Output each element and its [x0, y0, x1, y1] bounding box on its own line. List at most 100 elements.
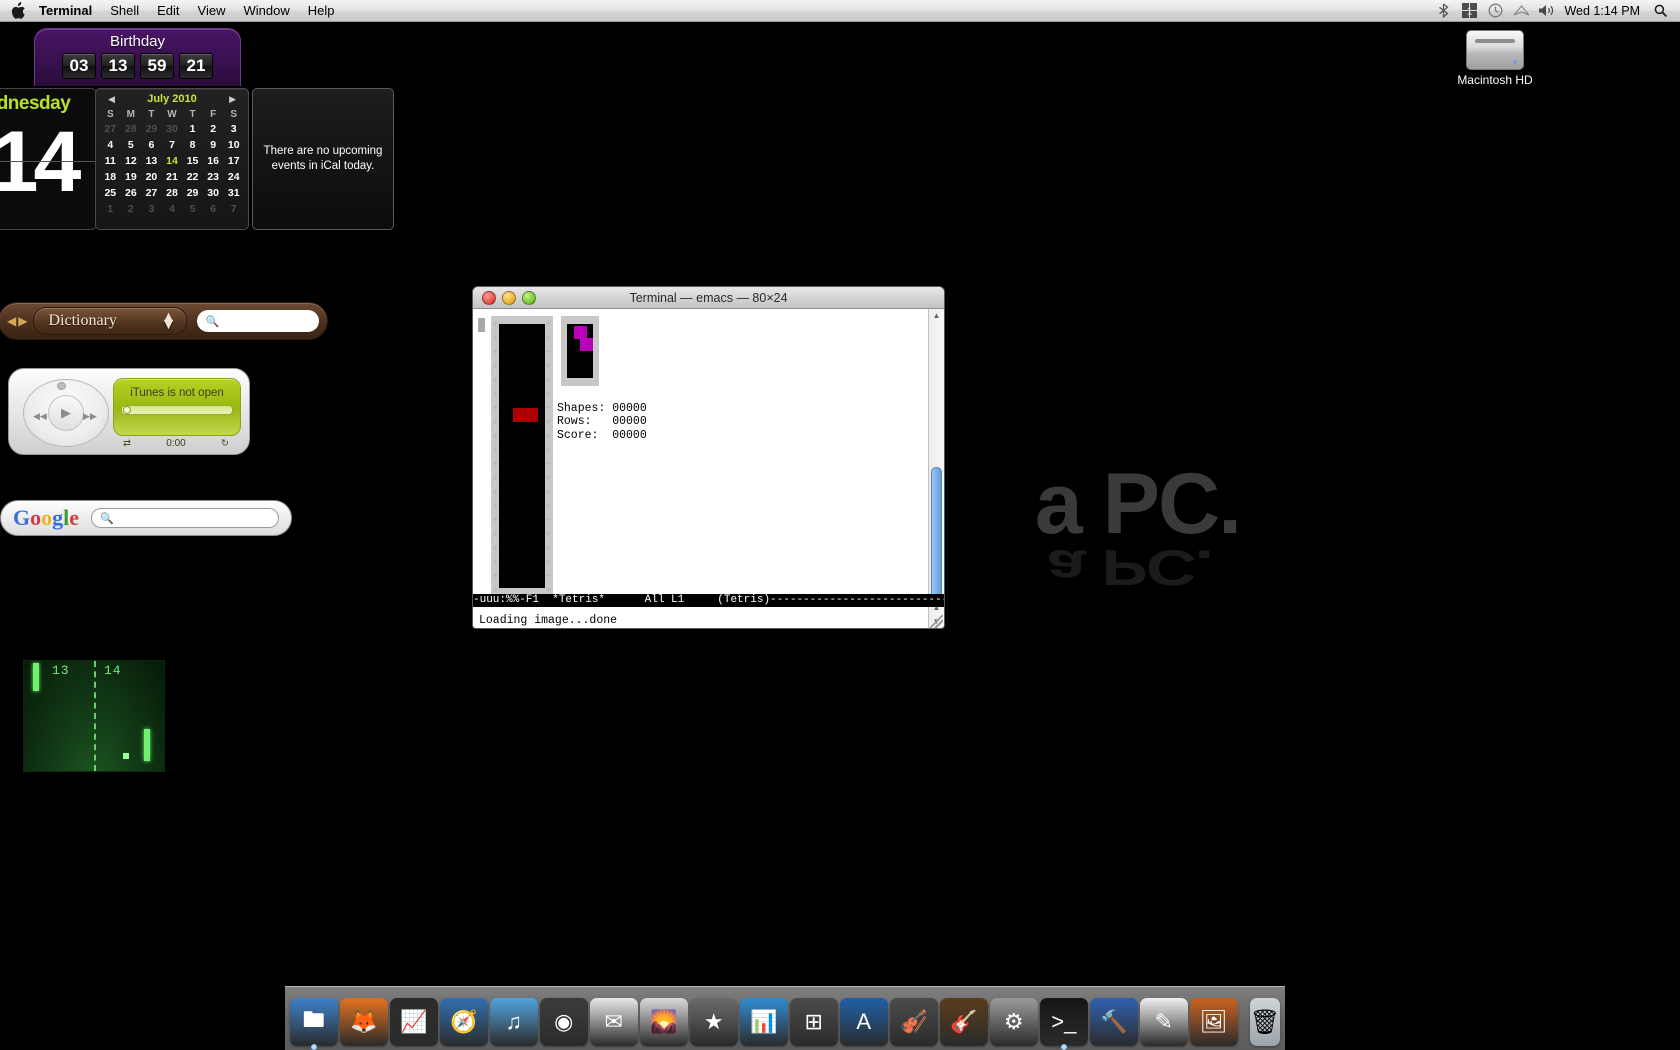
dock-item-firefox[interactable]: 🦊: [339, 998, 388, 1046]
calendar-day[interactable]: 18: [100, 169, 121, 185]
calendar-day[interactable]: 5: [121, 137, 142, 153]
calendar-day[interactable]: 1: [100, 201, 121, 217]
input-menu-icon[interactable]: 1: [1456, 2, 1482, 20]
dock-item-system-preferences[interactable]: ⚙: [989, 998, 1038, 1046]
menu-item-view[interactable]: View: [189, 2, 235, 20]
calendar-day[interactable]: 21: [162, 169, 183, 185]
dock-item-preview[interactable]: 🖼: [1189, 998, 1238, 1046]
calendar-day[interactable]: 2: [203, 121, 224, 137]
calendar-day[interactable]: 31: [223, 185, 244, 201]
calendar-day[interactable]: 19: [121, 169, 142, 185]
dock-item-spaces[interactable]: ⊞: [789, 998, 838, 1046]
calendar-day[interactable]: 29: [141, 121, 162, 137]
widget-ical-events[interactable]: There are no upcoming events in iCal tod…: [252, 88, 394, 230]
calendar-day[interactable]: 17: [223, 153, 244, 169]
airport-wifi-icon[interactable]: [1508, 2, 1534, 20]
calendar-day[interactable]: 8: [182, 137, 203, 153]
itunes-progress-bar[interactable]: [121, 405, 233, 415]
calendar-day[interactable]: 27: [100, 121, 121, 137]
widget-calendar[interactable]: ◀ July 2010 ▶ S M T W T F S 27 28 29 30 1 2 3 4 5 6 7 8 9 10…: [95, 88, 249, 230]
menu-item-shell[interactable]: Shell: [101, 2, 148, 20]
chevron-updown-icon[interactable]: ▲ ▼: [161, 310, 177, 333]
dock-item-finder[interactable]: 🖿: [289, 998, 338, 1050]
calendar-day[interactable]: 5: [182, 201, 203, 217]
dock-item-activity-monitor[interactable]: 📈: [389, 998, 438, 1046]
repeat-icon[interactable]: ↻: [221, 438, 229, 449]
calendar-day[interactable]: 16: [203, 153, 224, 169]
widget-flip-date[interactable]: dnesday 14: [0, 88, 97, 230]
back-arrow-icon[interactable]: ◀: [7, 314, 16, 328]
calendar-day[interactable]: 7: [223, 201, 244, 217]
menu-item-help[interactable]: Help: [299, 2, 344, 20]
dock-item-textedit[interactable]: ✎: [1139, 998, 1188, 1046]
widget-itunes[interactable]: ▶ ◀◀ ▶▶ iTunes is not open ⇄ 0:00 ↻: [8, 368, 250, 455]
dock-item-logic[interactable]: 🎻: [889, 998, 938, 1046]
fast-forward-icon[interactable]: ▶▶: [83, 411, 97, 422]
calendar-day[interactable]: 2: [121, 201, 142, 217]
calendar-day[interactable]: 9: [203, 137, 224, 153]
rewind-icon[interactable]: ◀◀: [33, 411, 47, 422]
calendar-day[interactable]: 30: [162, 121, 183, 137]
menu-item-window[interactable]: Window: [235, 2, 299, 20]
calendar-day[interactable]: 6: [141, 137, 162, 153]
calendar-day[interactable]: 26: [121, 185, 142, 201]
dock-item-safari[interactable]: 🧭: [439, 998, 488, 1046]
forward-arrow-icon[interactable]: ▶: [18, 314, 27, 328]
spotlight-search-icon[interactable]: [1648, 4, 1672, 17]
desktop-icon-macintosh-hd[interactable]: Macintosh HD: [1455, 30, 1535, 87]
emacs-tetris-buffer[interactable]: + + + + + + + + + + + + + + + + + + + + + + + + + + + + + + + + + + + + + + + +…: [473, 309, 928, 628]
google-search-input[interactable]: 🔍: [91, 508, 279, 528]
bluetooth-icon[interactable]: [1430, 2, 1456, 20]
dock-item-imovie[interactable]: ★: [689, 998, 738, 1046]
calendar-day[interactable]: 10: [223, 137, 244, 153]
volume-icon[interactable]: [1534, 2, 1560, 20]
calendar-day[interactable]: 23: [203, 169, 224, 185]
apple-menu-icon[interactable]: [11, 2, 26, 19]
calendar-day[interactable]: 7: [162, 137, 183, 153]
scroll-up-icon[interactable]: ▲: [929, 309, 944, 323]
widget-dictionary[interactable]: ◀ ▶ Dictionary ▲ ▼ 🔍: [0, 302, 328, 340]
dock-item-dashboard[interactable]: ◉: [539, 998, 588, 1046]
dock-item-iphoto[interactable]: 🌄: [639, 998, 688, 1046]
dock-item-garageband[interactable]: 🎸: [939, 998, 988, 1046]
menu-bar-clock[interactable]: Wed 1:14 PM: [1560, 4, 1648, 18]
calendar-day[interactable]: 28: [121, 121, 142, 137]
menu-item-terminal[interactable]: Terminal: [30, 2, 101, 20]
calendar-day[interactable]: 6: [203, 201, 224, 217]
play-icon[interactable]: ▶: [48, 395, 84, 431]
calendar-day[interactable]: 28: [162, 185, 183, 201]
calendar-day[interactable]: 12: [121, 153, 142, 169]
calendar-day[interactable]: 1: [182, 121, 203, 137]
dock-item-itunes[interactable]: ♫: [489, 998, 538, 1046]
calendar-prev-month-icon[interactable]: ◀: [108, 94, 115, 105]
calendar-day[interactable]: 3: [223, 121, 244, 137]
calendar-day[interactable]: 24: [223, 169, 244, 185]
calendar-day[interactable]: 20: [141, 169, 162, 185]
terminal-title-bar[interactable]: Terminal — emacs — 80×24: [473, 287, 944, 309]
widget-google-search[interactable]: Google 🔍: [0, 500, 292, 536]
itunes-progress-knob[interactable]: [123, 406, 131, 414]
dictionary-source-select[interactable]: Dictionary ▲ ▼: [33, 307, 188, 335]
scrollbar-thumb[interactable]: [931, 467, 942, 599]
calendar-day[interactable]: 25: [100, 185, 121, 201]
calendar-day[interactable]: 22: [182, 169, 203, 185]
terminal-window[interactable]: Terminal — emacs — 80×24 + + + + + + + + + + + + + + +…: [472, 286, 945, 629]
calendar-day[interactable]: 15: [182, 153, 203, 169]
time-machine-icon[interactable]: [1482, 2, 1508, 20]
dock-item-xcode[interactable]: 🔨: [1089, 998, 1138, 1046]
dock-item-terminal[interactable]: >_: [1039, 998, 1088, 1050]
calendar-day[interactable]: 11: [100, 153, 121, 169]
calendar-day[interactable]: 13: [141, 153, 162, 169]
dictionary-search-input[interactable]: 🔍: [197, 310, 319, 332]
dock[interactable]: 🖿 🦊 📈 🧭 ♫ ◉ ✉ 🌄 ★ 📊 ⊞ A 🎻 🎸 ⚙ >_ 🔨 ✎ 🖼 🗑: [285, 986, 1285, 1050]
dock-item-trash[interactable]: 🗑: [1249, 998, 1281, 1046]
calendar-day[interactable]: 4: [162, 201, 183, 217]
calendar-next-month-icon[interactable]: ▶: [229, 94, 236, 105]
dock-item-keynote[interactable]: 📊: [739, 998, 788, 1046]
calendar-day[interactable]: 4: [100, 137, 121, 153]
widget-birthday-countdown[interactable]: Birthday 03 13 59 21: [34, 28, 241, 86]
shuffle-icon[interactable]: ⇄: [123, 438, 131, 449]
menu-item-edit[interactable]: Edit: [148, 2, 188, 20]
calendar-day[interactable]: 27: [141, 185, 162, 201]
widget-pong-game[interactable]: 13 14: [23, 660, 165, 772]
